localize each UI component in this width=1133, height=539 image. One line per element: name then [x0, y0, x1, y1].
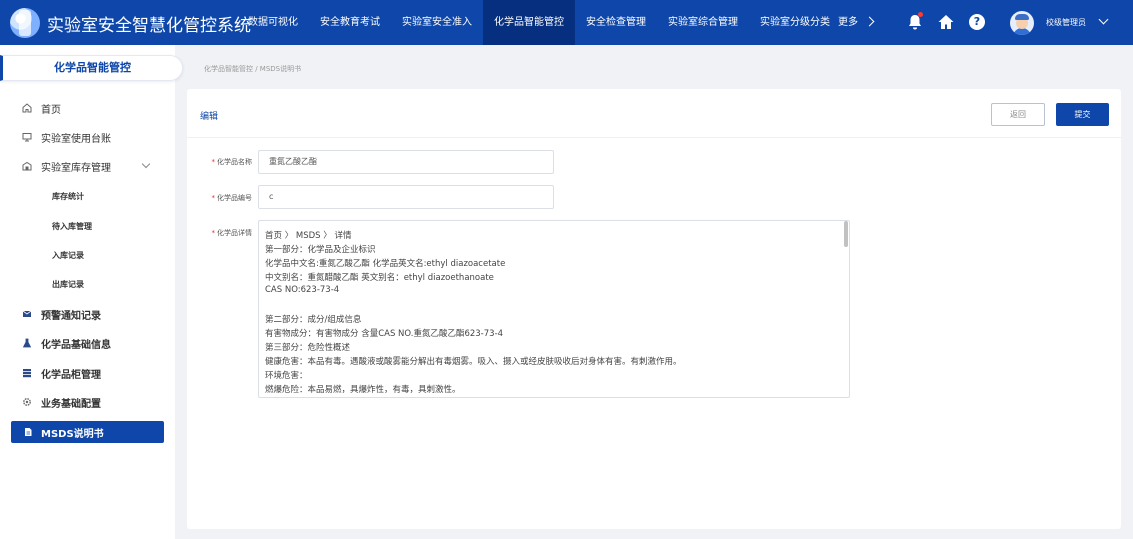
- sidebar-subitem-storage-records[interactable]: 入库记录: [52, 250, 84, 261]
- notification-bell-icon[interactable]: [906, 12, 924, 31]
- help-icon[interactable]: ?: [969, 14, 985, 30]
- card-divider: [187, 137, 1121, 138]
- chemical-detail-label: * 化学品详情: [211, 229, 253, 237]
- back-button[interactable]: 返回: [991, 103, 1045, 126]
- detail-line: 中文别名：重氮醋酸乙酯 英文别名：ethyl diazoethanoate: [265, 273, 494, 283]
- detail-line: 环境危害：: [265, 371, 308, 381]
- sidebar-item-label: 实验室库存管理: [41, 163, 111, 174]
- sidebar-item-label: 业务基础配置: [41, 399, 101, 410]
- detail-line: 首页 〉 MSDS 〉 详情: [265, 231, 352, 241]
- sidebar-item-label: 实验室使用台账: [41, 134, 111, 145]
- sidebar-item-label: 预警通知记录: [41, 311, 101, 322]
- monitor-icon: [22, 132, 32, 142]
- chevron-down-icon[interactable]: [1098, 14, 1109, 25]
- nav-item-data-visualization[interactable]: 数据可视化: [237, 0, 309, 45]
- edit-card: 编辑 返回 提交 * 化学品名称 重氮乙酸乙酯 * 化学品编号 c * 化学品详情 首…: [187, 89, 1121, 529]
- sidebar-item-lab-usage-ledger[interactable]: 实验室使用台账: [0, 126, 175, 148]
- card-title: 编辑: [200, 112, 219, 122]
- nav-more-button[interactable]: 更多: [838, 0, 875, 45]
- flask-icon: [22, 338, 32, 348]
- sidebar-item-label: MSDS说明书: [41, 429, 104, 440]
- sidebar-item-alert-records[interactable]: 预警通知记录: [0, 303, 175, 325]
- sidebar-item-label: 化学品柜管理: [41, 370, 101, 381]
- chevron-right-icon: [864, 16, 875, 27]
- chevron-down-icon: [141, 159, 151, 169]
- user-name[interactable]: 校级管理员: [1046, 17, 1086, 28]
- detail-line: 有害物成分：有害物成分 含量CAS NO.重氮乙酸乙酯623-73-4: [265, 329, 504, 339]
- home-icon: [22, 103, 32, 113]
- sidebar: 化学品智能管控 首页 实验室使用台账 实验室库存管理 库存统计 待入库管理 入库…: [0, 45, 183, 539]
- chemical-detail-label-text: 化学品详情: [217, 229, 252, 237]
- chemical-name-label-text: 化学品名称: [217, 158, 252, 166]
- gear-icon: [22, 397, 32, 407]
- detail-line: 第一部分：化学品及企业标识: [265, 245, 376, 255]
- chemical-detail-textarea[interactable]: 首页 〉 MSDS 〉 详情 第一部分：化学品及企业标识 化学品中文名:重氮乙酸…: [258, 220, 850, 398]
- textarea-scrollbar[interactable]: [844, 221, 848, 247]
- nav-item-chemical-control[interactable]: 化学品智能管控: [483, 0, 575, 45]
- sidebar-item-chemical-info[interactable]: 化学品基础信息: [0, 332, 175, 354]
- chemical-code-label-text: 化学品编号: [217, 194, 252, 202]
- breadcrumb: 化学品智能管控 / MSDS说明书: [204, 65, 302, 73]
- nav-item-lab-management[interactable]: 实验室综合管理: [657, 0, 749, 45]
- sidebar-item-home[interactable]: 首页: [0, 97, 175, 119]
- detail-line: 健康危害：本品有毒。遇酸液或酸雾能分解出有毒烟雾。吸入、摄入或经皮肤吸收后对身体…: [265, 357, 682, 367]
- top-navigation-bar: 实验室安全智慧化管控系统 数据可视化 安全教育考试 实验室安全准入 化学品智能管…: [0, 0, 1133, 45]
- nav-item-lab-classification[interactable]: 实验室分级分类: [749, 0, 841, 45]
- sidebar-subitem-pending-storage[interactable]: 待入库管理: [52, 221, 92, 232]
- sidebar-item-business-config[interactable]: 业务基础配置: [0, 391, 175, 413]
- nav-item-safety-exam[interactable]: 安全教育考试: [309, 0, 391, 45]
- chemical-name-label: * 化学品名称: [211, 158, 253, 166]
- main-nav: 数据可视化 安全教育考试 实验室安全准入 化学品智能管控 安全检查管理 实验室综…: [237, 0, 841, 45]
- app-title: 实验室安全智慧化管控系统: [47, 16, 251, 36]
- sidebar-item-msds[interactable]: MSDS说明书: [11, 421, 164, 443]
- sidebar-item-label: 首页: [41, 105, 61, 116]
- sidebar-subitem-inventory-stats[interactable]: 库存统计: [52, 191, 84, 202]
- nav-item-safety-inspection[interactable]: 安全检查管理: [575, 0, 657, 45]
- chemical-name-input[interactable]: 重氮乙酸乙酯: [258, 150, 554, 174]
- sidebar-subitem-outbound-records[interactable]: 出库记录: [52, 279, 84, 290]
- nav-item-lab-access[interactable]: 实验室安全准入: [391, 0, 483, 45]
- sidebar-item-cabinet-management[interactable]: 化学品柜管理: [0, 362, 175, 384]
- alert-icon: [22, 309, 32, 319]
- chemical-code-input[interactable]: c: [258, 185, 554, 209]
- cabinet-icon: [22, 368, 32, 378]
- detail-line: CAS NO:623-73-4: [265, 285, 340, 295]
- detail-line: 第二部分：成分/组成信息: [265, 315, 362, 325]
- user-avatar[interactable]: [1010, 11, 1034, 35]
- notification-dot: [918, 12, 923, 17]
- detail-line: 第三部分：危险性概述: [265, 343, 351, 353]
- detail-line: 化学品中文名:重氮乙酸乙酯 化学品英文名:ethyl diazoacetate: [265, 259, 506, 269]
- warehouse-icon: [22, 161, 32, 171]
- detail-line: 燃爆危险：本品易燃，具爆炸性，有毒，具刺激性。: [265, 385, 461, 395]
- app-logo-icon: [10, 8, 40, 38]
- submit-button[interactable]: 提交: [1056, 103, 1109, 126]
- home-icon[interactable]: [937, 13, 955, 31]
- document-icon: [23, 427, 33, 437]
- sidebar-item-inventory[interactable]: 实验室库存管理: [0, 155, 175, 177]
- sidebar-header: 化学品智能管控: [0, 55, 183, 81]
- sidebar-item-label: 化学品基础信息: [41, 340, 111, 351]
- chemical-code-label: * 化学品编号: [211, 194, 253, 202]
- nav-more-label: 更多: [838, 17, 858, 28]
